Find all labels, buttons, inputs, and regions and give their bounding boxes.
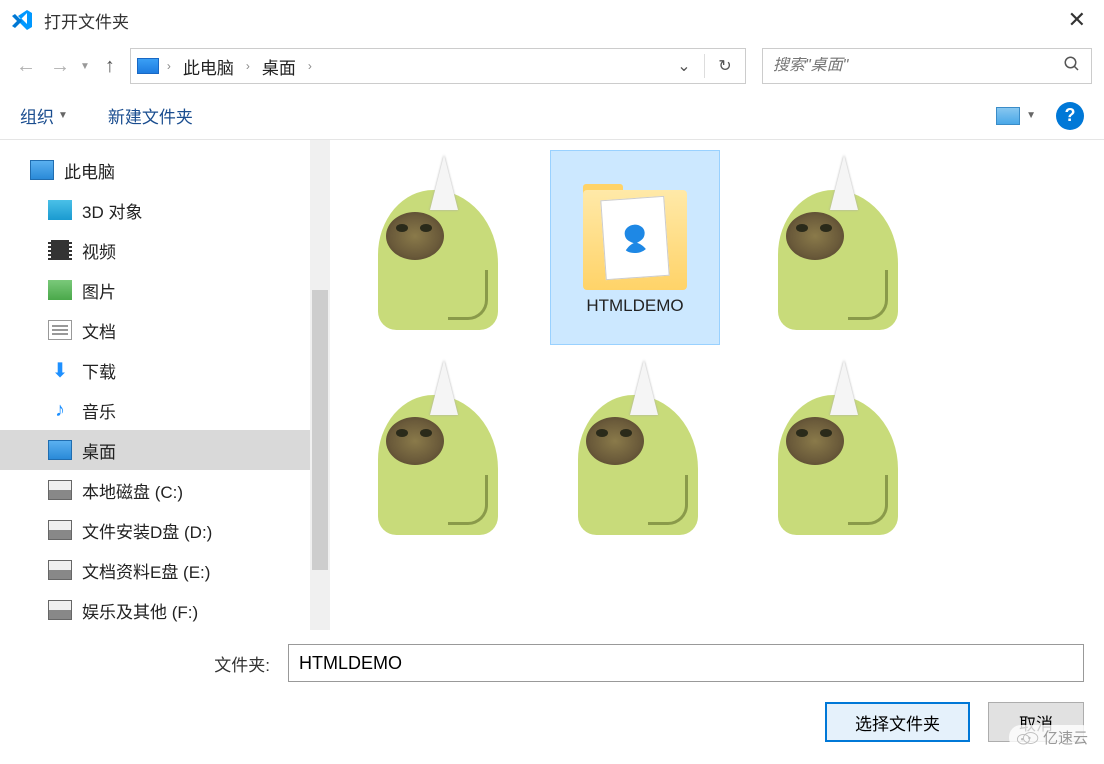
breadcrumb-separator: › xyxy=(304,59,316,73)
sidebar-item[interactable]: 视频 xyxy=(0,230,330,270)
select-folder-button[interactable]: 选择文件夹 xyxy=(825,702,970,742)
sidebar-item-label: 此电脑 xyxy=(64,158,115,183)
sidebar-item[interactable]: 文件安装D盘 (D:) xyxy=(0,510,330,550)
forward-button[interactable]: → xyxy=(46,52,74,80)
image-item[interactable] xyxy=(750,150,920,345)
title-bar: 打开文件夹 ✕ xyxy=(0,0,1104,40)
view-icon xyxy=(996,107,1020,125)
sidebar-item[interactable]: 文档 xyxy=(0,310,330,350)
sidebar-item-label: 本地磁盘 (C:) xyxy=(82,478,183,503)
chevron-down-icon: ▼ xyxy=(58,110,68,121)
close-button[interactable]: ✕ xyxy=(1060,3,1094,37)
organize-menu[interactable]: 组织 ▼ xyxy=(20,103,68,128)
image-thumbnail xyxy=(558,365,713,540)
image-item[interactable] xyxy=(350,355,520,550)
file-grid: HTMLDEMO xyxy=(330,140,1104,630)
address-dropdown[interactable]: ⌄ xyxy=(670,52,698,80)
main-area: 此电脑 3D 对象视频图片文档 ⬇下载♪音乐桌面本地磁盘 (C:) 文件安装D盘 (D… xyxy=(0,140,1104,630)
sidebar-item-label: 文档 xyxy=(82,318,116,343)
sidebar-item[interactable]: ⬇下载 xyxy=(0,350,330,390)
sidebar-item-label: 桌面 xyxy=(82,438,116,463)
folder-item[interactable]: HTMLDEMO xyxy=(550,150,720,345)
file-label: HTMLDEMO xyxy=(586,296,683,316)
image-thumbnail xyxy=(358,365,513,540)
watermark-text: 亿速云 xyxy=(1043,727,1088,748)
search-icon[interactable] xyxy=(1063,55,1081,78)
sidebar-item-label: 文档资料E盘 (E:) xyxy=(82,558,210,583)
refresh-button[interactable]: ↻ xyxy=(711,52,739,80)
breadcrumb-this-pc[interactable]: 此电脑 xyxy=(179,52,238,81)
watermark: 亿速云 xyxy=(1009,725,1094,750)
image-thumbnail xyxy=(758,365,913,540)
folder-name-input[interactable] xyxy=(288,644,1084,682)
breadcrumb-separator: › xyxy=(242,59,254,73)
up-button[interactable]: ↑ xyxy=(96,52,124,80)
folder-field-label: 文件夹: xyxy=(20,651,280,676)
sidebar: 此电脑 3D 对象视频图片文档 ⬇下载♪音乐桌面本地磁盘 (C:) 文件安装D盘 (D… xyxy=(0,140,330,630)
sidebar-item[interactable]: 桌面 xyxy=(0,430,330,470)
sidebar-item-label: 音乐 xyxy=(82,398,116,423)
toolbar: 组织 ▼ 新建文件夹 ▼ ? xyxy=(0,92,1104,140)
new-folder-label: 新建文件夹 xyxy=(108,103,193,128)
search-input[interactable] xyxy=(773,57,1063,75)
sidebar-item[interactable]: 本地磁盘 (C:) xyxy=(0,470,330,510)
window-title: 打开文件夹 xyxy=(44,8,1060,33)
help-button[interactable]: ? xyxy=(1056,102,1084,130)
folder-icon xyxy=(575,180,695,290)
back-button[interactable]: ← xyxy=(12,52,40,80)
vscode-icon xyxy=(10,8,34,32)
sidebar-item[interactable]: ♪音乐 xyxy=(0,390,330,430)
image-item[interactable] xyxy=(350,150,520,345)
sidebar-item[interactable]: 3D 对象 xyxy=(0,190,330,230)
search-box[interactable] xyxy=(762,48,1092,84)
image-item[interactable] xyxy=(550,355,720,550)
chevron-down-icon: ▼ xyxy=(1026,110,1036,121)
image-thumbnail xyxy=(758,160,913,335)
footer: 文件夹: 选择文件夹 取消 xyxy=(0,630,1104,752)
sidebar-item[interactable]: 娱乐及其他 (F:) xyxy=(0,590,330,630)
image-thumbnail xyxy=(358,160,513,335)
sidebar-item[interactable]: 此电脑 xyxy=(0,150,330,190)
sidebar-item[interactable]: 图片 xyxy=(0,270,330,310)
view-options[interactable]: ▼ xyxy=(996,107,1036,125)
breadcrumb-separator: › xyxy=(163,59,175,73)
sidebar-item-label: 娱乐及其他 (F:) xyxy=(82,598,198,623)
history-dropdown[interactable]: ▼ xyxy=(80,61,90,72)
image-item[interactable] xyxy=(750,355,920,550)
sidebar-item-label: 文件安装D盘 (D:) xyxy=(82,518,212,543)
sidebar-item-label: 图片 xyxy=(82,278,116,303)
breadcrumb-desktop[interactable]: 桌面 xyxy=(258,52,300,81)
navigation-bar: ← → ▼ ↑ › 此电脑 › 桌面 › ⌄ ↻ xyxy=(0,40,1104,92)
sidebar-item-label: 视频 xyxy=(82,238,116,263)
sidebar-item-label: 下载 xyxy=(82,358,116,383)
address-bar[interactable]: › 此电脑 › 桌面 › ⌄ ↻ xyxy=(130,48,746,84)
pc-icon xyxy=(137,58,159,74)
organize-label: 组织 xyxy=(20,103,54,128)
new-folder-button[interactable]: 新建文件夹 xyxy=(108,103,193,128)
sidebar-item-label: 3D 对象 xyxy=(82,198,142,223)
scrollbar-thumb[interactable] xyxy=(312,290,328,570)
sidebar-item[interactable]: 文档资料E盘 (E:) xyxy=(0,550,330,590)
